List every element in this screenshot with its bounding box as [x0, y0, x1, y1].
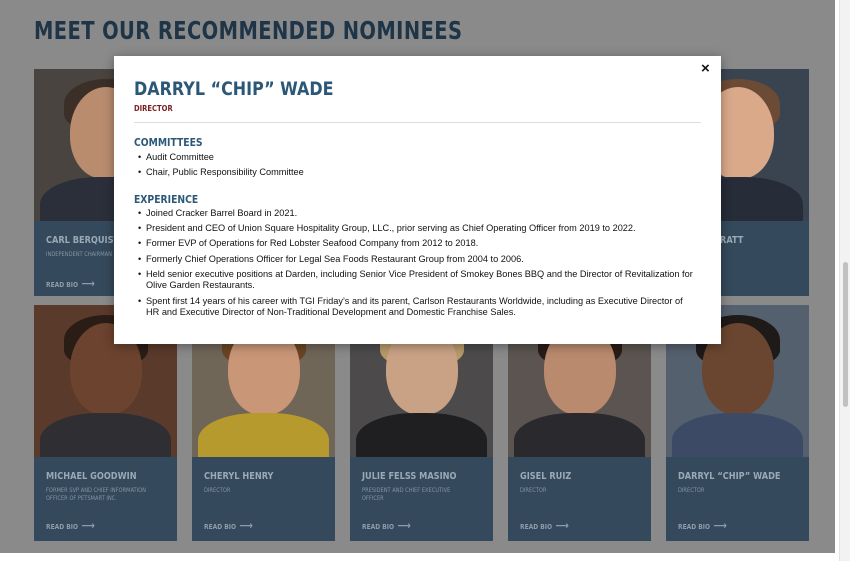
vertical-scrollbar[interactable]	[839, 0, 850, 561]
modal-nominee-name: DARRYL “CHIP” WADE	[134, 78, 334, 100]
committees-list: Audit Committee Chair, Public Responsibi…	[138, 152, 698, 182]
list-item: Audit Committee	[138, 152, 698, 164]
modal-nominee-role: DIRECTOR	[134, 104, 173, 113]
nominee-role: DIRECTOR	[520, 487, 547, 494]
list-item: President and CEO of Union Square Hospit…	[138, 223, 698, 235]
read-bio-link[interactable]: READ BIO ⟶	[362, 519, 411, 532]
read-bio-link[interactable]: READ BIO ⟶	[520, 519, 569, 532]
nominee-role: DIRECTOR	[678, 487, 705, 494]
arrow-right-icon: ⟶	[81, 519, 95, 532]
list-item: Spent first 14 years of his career with …	[138, 296, 698, 319]
divider	[134, 122, 701, 123]
scrollbar-thumb[interactable]	[843, 262, 848, 407]
arrow-right-icon: ⟶	[81, 277, 95, 290]
nominee-name: CHERYL HENRY	[204, 471, 274, 482]
list-item: Held senior executive positions at Darde…	[138, 269, 698, 292]
read-bio-link[interactable]: READ BIO ⟶	[46, 519, 95, 532]
nominee-role: FORMER SVP AND CHIEF INFORMATION OFFICER…	[46, 487, 146, 502]
nominee-name: GISEL RUIZ	[520, 471, 572, 482]
arrow-right-icon: ⟶	[397, 519, 411, 532]
read-bio-link[interactable]: READ BIO ⟶	[46, 277, 95, 290]
read-bio-link[interactable]: READ BIO ⟶	[678, 519, 727, 532]
nominee-role: PRESIDENT AND CHIEF EXECUTIVE OFFICER	[362, 487, 451, 502]
close-icon[interactable]: ×	[701, 60, 710, 77]
nominee-name: CARL BERQUIST	[46, 235, 120, 246]
committees-heading: COMMITTEES	[134, 136, 203, 149]
page-title: MEET OUR RECOMMENDED NOMINEES	[34, 16, 463, 45]
read-bio-link[interactable]: READ BIO ⟶	[204, 519, 253, 532]
arrow-right-icon: ⟶	[239, 519, 253, 532]
nominee-role: DIRECTOR	[204, 487, 231, 494]
nominee-name: DARRYL “CHIP” WADE	[678, 471, 781, 482]
experience-heading: EXPERIENCE	[134, 193, 199, 206]
nominee-name: JULIE FELSS MASINO	[362, 471, 457, 482]
experience-list: Joined Cracker Barrel Board in 2021. Pre…	[138, 208, 698, 322]
list-item: Chair, Public Responsibility Committee	[138, 167, 698, 179]
nominee-name: MICHAEL GOODWIN	[46, 471, 137, 482]
arrow-right-icon: ⟶	[555, 519, 569, 532]
list-item: Formerly Chief Operations Officer for Le…	[138, 254, 698, 266]
bio-modal: × DARRYL “CHIP” WADE DIRECTOR COMMITTEES…	[114, 56, 721, 344]
arrow-right-icon: ⟶	[713, 519, 727, 532]
list-item: Former EVP of Operations for Red Lobster…	[138, 238, 698, 250]
nominee-name: RATT	[720, 235, 744, 246]
list-item: Joined Cracker Barrel Board in 2021.	[138, 208, 698, 220]
